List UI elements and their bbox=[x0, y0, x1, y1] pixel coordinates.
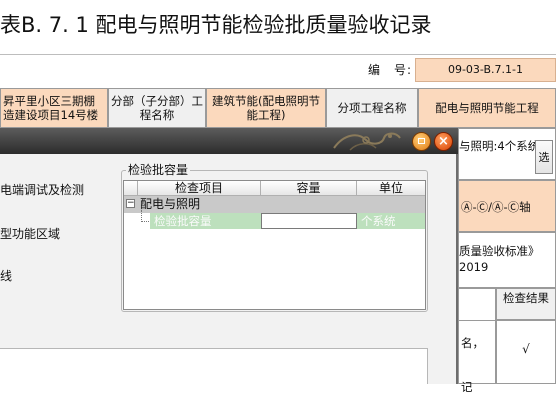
minimize-icon[interactable] bbox=[412, 132, 431, 151]
project-name-cell[interactable]: 昇平里小区三期棚造建设项目14号楼 bbox=[0, 88, 108, 128]
item-name-label-text: 分项工程名称 bbox=[337, 101, 407, 115]
check-result-header: 检查结果 bbox=[496, 288, 556, 320]
item-name-value[interactable]: 配电与照明节能工程 bbox=[418, 88, 556, 128]
tree-row-child-name: 检验批容量 bbox=[150, 213, 261, 229]
number-value[interactable]: 09-03-B.7.1-1 bbox=[415, 58, 556, 82]
dialog-bottom-panel bbox=[0, 348, 428, 384]
sub-project-value-text: 建筑节能(配电照明节能工程) bbox=[212, 94, 320, 122]
list-item[interactable]: 型功能区域 bbox=[0, 226, 60, 242]
sub-project-value[interactable]: 建筑节能(配电照明节能工程) bbox=[206, 88, 326, 128]
item-name-label: 分项工程名称 bbox=[326, 88, 418, 128]
standard-cell: 质量验收标准》2019 bbox=[458, 232, 556, 288]
list-item[interactable]: 线 bbox=[0, 268, 12, 284]
cloud-ornament-icon bbox=[333, 132, 401, 151]
tree-row-parent-label: 配电与照明 bbox=[140, 197, 201, 211]
select-button[interactable]: 选 bbox=[535, 140, 553, 174]
batch-capacity-text: 与照明:4个系统 bbox=[459, 139, 540, 153]
grid-header-unit[interactable]: 单位 bbox=[357, 181, 425, 196]
sub-project-label-text: 分部（子分部）工程名称 bbox=[111, 94, 203, 122]
collapse-icon[interactable]: − bbox=[126, 199, 135, 208]
grid-header-capacity[interactable]: 容量 bbox=[261, 181, 357, 196]
sub-project-label: 分部（子分部）工程名称 bbox=[108, 88, 206, 128]
capacity-group-label: 检验批容量 bbox=[126, 163, 191, 177]
number-label: 编 号: bbox=[367, 63, 412, 77]
grid-header-indent bbox=[124, 181, 138, 196]
item-name-value-text: 配电与照明节能工程 bbox=[435, 101, 539, 115]
project-name-text: 昇平里小区三期棚造建设项目14号楼 bbox=[3, 94, 99, 122]
location-axis-cell[interactable]: Ⓐ-Ⓒ/Ⓐ-Ⓒ轴 bbox=[458, 180, 556, 232]
capacity-input[interactable] bbox=[261, 213, 357, 229]
list-item[interactable]: 电端调试及检测 bbox=[0, 182, 84, 198]
record-text-cell: 名，记 bbox=[458, 320, 496, 394]
tree-row-child-unit: 个系统 bbox=[357, 213, 425, 229]
title-divider bbox=[0, 54, 556, 55]
close-icon[interactable]: × bbox=[434, 132, 453, 151]
grid-header-item[interactable]: 检查项目 bbox=[138, 181, 261, 196]
check-result-cell[interactable]: √ bbox=[496, 320, 556, 384]
page-title: 表B. 7. 1 配电与照明节能检验批质量验收记录 bbox=[0, 13, 432, 37]
